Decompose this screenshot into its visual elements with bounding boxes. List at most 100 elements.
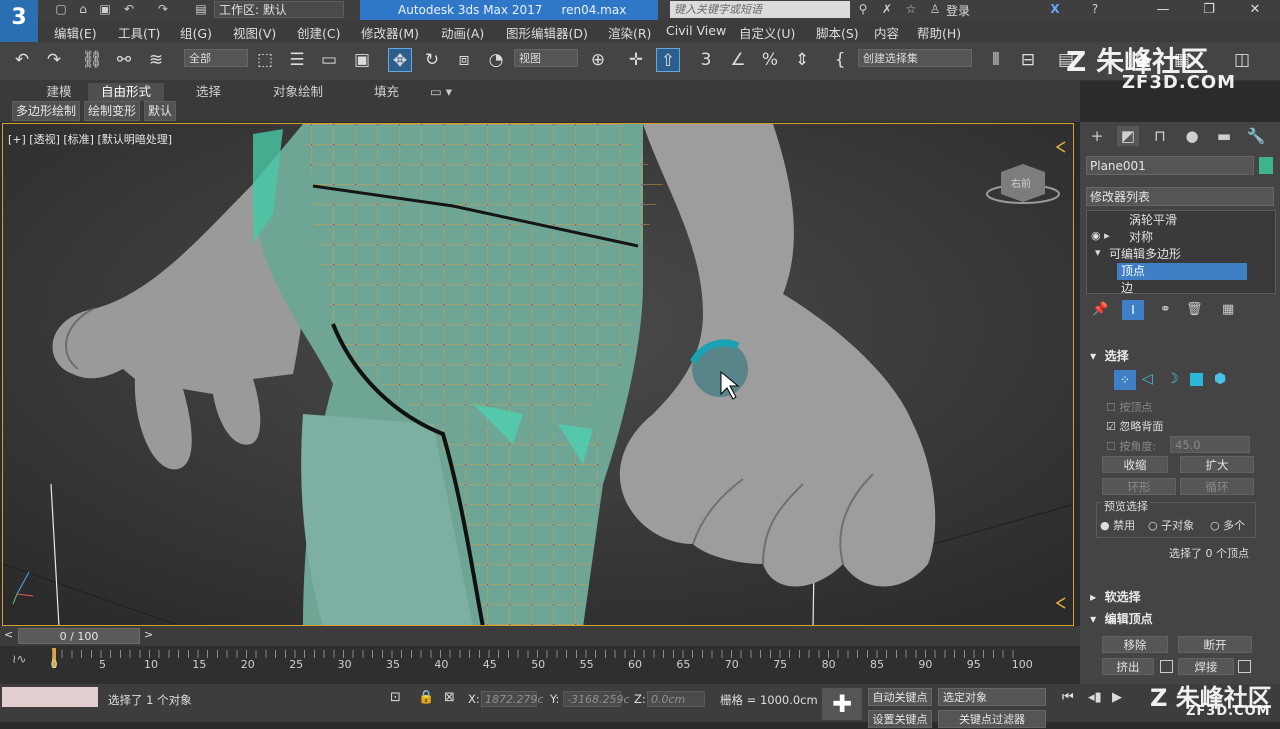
rotate-icon[interactable]: ↻ <box>420 48 444 72</box>
polygon-mode-icon[interactable] <box>1190 373 1203 386</box>
menu-modifiers[interactable]: 修改器(M) <box>361 23 419 42</box>
element-mode-icon[interactable]: ⬢ <box>1214 371 1226 387</box>
star-icon[interactable]: ☆ <box>904 2 918 17</box>
utilities-panel-icon[interactable]: 🔧 <box>1245 126 1267 146</box>
new-file-icon[interactable]: ▢ <box>54 2 68 17</box>
make-unique-icon[interactable]: ⚭ <box>1160 302 1171 317</box>
tab-freeform[interactable]: 自由形式 <box>88 83 164 101</box>
tab-object-paint[interactable]: 对象绘制 <box>273 83 323 101</box>
preview-disabled-radio[interactable]: ● 禁用 <box>1100 517 1135 533</box>
link-icon[interactable]: ⛓ <box>80 48 104 72</box>
open-file-icon[interactable]: ⌂ <box>76 2 90 17</box>
perspective-viewport[interactable]: 右前 <box>2 123 1074 626</box>
align-icon[interactable]: ⊟ <box>1016 48 1040 72</box>
stack-item-vertex[interactable]: 顶点 <box>1117 263 1247 280</box>
menu-views[interactable]: 视图(V) <box>233 23 276 42</box>
angle-spinner[interactable]: 45.0 <box>1170 436 1250 453</box>
object-color-swatch[interactable] <box>1259 157 1273 174</box>
subtab-polydraw[interactable]: 多边形绘制 <box>12 101 81 121</box>
help-icon[interactable]: ? <box>1088 2 1102 17</box>
snaps-toggle-icon[interactable]: 3 <box>694 48 718 72</box>
redo-icon[interactable]: ↷ <box>156 2 170 17</box>
auto-key-button[interactable]: 自动关键点 <box>868 688 932 706</box>
preview-multi-radio[interactable]: ○ 多个 <box>1210 517 1245 533</box>
x-coordinate-field[interactable]: 1872.279c <box>481 691 544 707</box>
move-icon[interactable]: ✥ <box>388 48 412 72</box>
unlink-icon[interactable]: ⚯ <box>112 48 136 72</box>
spinner-snap-icon[interactable]: ⇕ <box>790 48 814 72</box>
menu-create[interactable]: 创建(C) <box>297 23 340 42</box>
edit-vertices-rollout-header[interactable]: ▾ 编辑顶点 <box>1086 610 1274 628</box>
percent-snap-icon[interactable]: % <box>758 48 782 72</box>
workspace-dropdown[interactable]: 工作区: 默认 <box>214 1 344 18</box>
menu-rendering[interactable]: 渲染(R) <box>608 23 651 42</box>
minimize-icon[interactable]: — <box>1140 0 1186 20</box>
named-selection-dropdown[interactable]: 创建选择集 <box>858 49 972 67</box>
menu-customize[interactable]: 自定义(U) <box>739 23 795 42</box>
next-frame-icon[interactable]: > <box>144 628 153 641</box>
key-filters-button[interactable]: 关键点过滤器 <box>938 710 1046 728</box>
selection-rollout-header[interactable]: ▾ 选择 <box>1086 347 1274 365</box>
pin-stack-icon[interactable]: 📌 <box>1092 302 1108 317</box>
border-mode-icon[interactable]: ☽ <box>1166 371 1179 387</box>
edit-named-selection-icon[interactable]: { <box>828 48 852 72</box>
edge-mode-icon[interactable]: ◁ <box>1142 371 1153 387</box>
modifier-list-dropdown[interactable]: 修改器列表 <box>1086 187 1274 206</box>
play-icon[interactable]: ▶ <box>1112 690 1122 705</box>
selected-object-dropdown[interactable]: 选定对象 <box>938 688 1046 706</box>
stack-item-turbosmooth[interactable]: 涡轮平滑 <box>1087 212 1259 229</box>
absolute-mode-icon[interactable]: ⊠ <box>444 690 455 705</box>
add-time-tag-icon[interactable]: ✚ <box>822 688 862 720</box>
isolate-selection-icon[interactable]: ⊡ <box>390 690 401 705</box>
stack-item-symmetry[interactable]: 对称 <box>1087 229 1259 246</box>
preview-subobject-radio[interactable]: ○ 子对象 <box>1148 517 1194 533</box>
menu-scripting[interactable]: 脚本(S) <box>816 23 859 42</box>
window-crossing-icon[interactable]: ▣ <box>350 48 374 72</box>
show-end-result-icon[interactable]: I <box>1122 300 1144 320</box>
stack-item-editable-poly[interactable]: 可编辑多边形 <box>1087 246 1259 263</box>
ignore-backfacing-checkbox[interactable]: ☑ 忽略背面 <box>1106 418 1163 434</box>
login-link[interactable]: 登录 <box>946 2 970 19</box>
menu-tools[interactable]: 工具(T) <box>118 23 160 42</box>
render-icon[interactable]: ◫ <box>1230 48 1254 72</box>
extrude-button[interactable]: 挤出 <box>1102 658 1154 675</box>
scale-icon[interactable]: ⧈ <box>452 48 476 72</box>
subtab-defaults[interactable]: 默认 <box>144 101 177 121</box>
redo-icon[interactable]: ↷ <box>42 48 66 72</box>
motion-panel-icon[interactable]: ● <box>1181 126 1203 146</box>
menu-civil-view[interactable]: Civil View <box>666 23 726 38</box>
set-key-button[interactable]: 设置关键点 <box>868 710 932 728</box>
binoculars-icon[interactable]: ⚲ <box>856 2 870 17</box>
y-coordinate-field[interactable]: -3168.259c <box>563 691 630 707</box>
user-icon[interactable]: ♙ <box>928 2 942 17</box>
eye-icon[interactable]: ◉ ▸ <box>1091 229 1110 242</box>
reference-coordinate-dropdown[interactable]: 视图 <box>514 49 578 67</box>
remove-modifier-icon[interactable]: 🗑 <box>1186 302 1203 317</box>
menu-group[interactable]: 组(G) <box>180 23 212 42</box>
configure-modifier-sets-icon[interactable]: ▦ <box>1222 302 1234 317</box>
mirror-icon[interactable]: ⫴ <box>984 48 1008 72</box>
z-coordinate-field[interactable]: 0.0cm <box>647 691 705 707</box>
time-slider[interactable]: 0 / 100 <box>18 628 140 644</box>
pivot-center-icon[interactable]: ⊕ <box>586 48 610 72</box>
ribbon-options-icon[interactable]: ▭ ▾ <box>430 83 452 101</box>
curve-editor-icon[interactable]: ≀∿ <box>12 652 27 666</box>
weld-button[interactable]: 焊接 <box>1178 658 1234 675</box>
tab-selection[interactable]: 选择 <box>196 83 221 101</box>
by-vertex-checkbox[interactable]: ☐ 按顶点 <box>1106 399 1152 415</box>
tab-populate[interactable]: 填充 <box>374 83 399 101</box>
by-angle-checkbox[interactable]: ☐ 按角度: <box>1106 438 1156 454</box>
create-panel-icon[interactable]: + <box>1086 126 1108 146</box>
close-icon[interactable]: ✕ <box>1232 0 1278 20</box>
go-to-start-icon[interactable]: ⏮ <box>1062 690 1074 705</box>
select-object-icon[interactable]: ⬚ <box>253 48 277 72</box>
restore-icon[interactable]: ❐ <box>1186 0 1232 20</box>
keyboard-shortcut-override-icon[interactable]: ⇧ <box>656 48 680 72</box>
tools-icon[interactable]: ✗ <box>880 2 894 17</box>
subtab-paint-deform[interactable]: 绘制变形 <box>84 101 141 121</box>
weld-settings-icon[interactable] <box>1238 660 1251 673</box>
previous-frame-icon[interactable]: < <box>4 628 13 641</box>
placement-icon[interactable]: ◔ <box>484 48 508 72</box>
app-logo[interactable]: 3 <box>0 0 38 44</box>
undo-icon[interactable]: ↶ <box>10 48 34 72</box>
